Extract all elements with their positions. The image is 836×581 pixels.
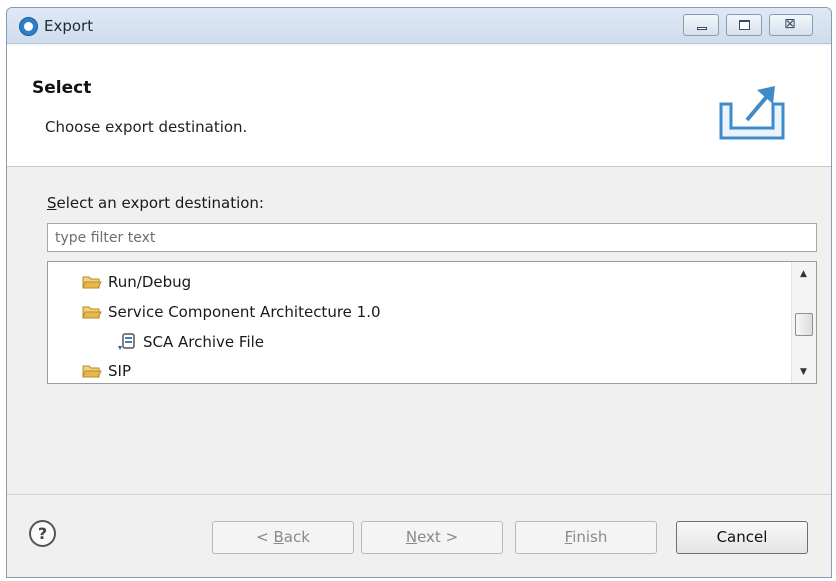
page-description: Choose export destination.: [45, 118, 248, 136]
folder-open-icon: [82, 306, 102, 318]
wizard-header: Select Choose export destination.: [7, 45, 831, 167]
folder-open-icon: [82, 276, 102, 288]
tree-item-sip[interactable]: SIP: [82, 358, 131, 383]
title-bar[interactable]: Export ⊠: [7, 8, 831, 44]
destination-tree[interactable]: Run/Debug Service Component Architecture…: [47, 261, 817, 384]
destination-label: Select an export destination:: [47, 194, 264, 212]
page-title: Select: [32, 78, 92, 98]
filter-input[interactable]: [47, 223, 817, 252]
eclipse-app-icon: [19, 17, 38, 36]
maximize-icon: [739, 20, 750, 30]
window-title: Export: [44, 17, 94, 35]
tree-item-label: SIP: [108, 362, 131, 380]
maximize-button[interactable]: [726, 14, 762, 36]
export-wizard-icon: [719, 86, 785, 140]
cancel-button[interactable]: Cancel: [676, 521, 808, 554]
tree-item-sca[interactable]: Service Component Architecture 1.0: [82, 299, 381, 325]
close-button[interactable]: ⊠: [769, 14, 813, 36]
tree-item-label: SCA Archive File: [143, 333, 265, 351]
back-button[interactable]: < Back: [212, 521, 354, 554]
sca-archive-icon: [118, 333, 135, 350]
close-icon: ⊠: [784, 16, 796, 32]
minimize-icon: [697, 27, 707, 30]
next-button[interactable]: Next >: [361, 521, 503, 554]
tree-item-run-debug[interactable]: Run/Debug: [82, 269, 191, 295]
tree-scrollbar[interactable]: ▲ ▼: [791, 262, 816, 383]
scroll-thumb[interactable]: [795, 313, 813, 336]
footer-divider: [7, 494, 831, 495]
minimize-button[interactable]: [683, 14, 719, 36]
export-dialog: Export ⊠ Select Choose export destinatio…: [6, 7, 832, 578]
scroll-up-icon[interactable]: ▲: [800, 269, 807, 279]
finish-button[interactable]: Finish: [515, 521, 657, 554]
folder-open-icon: [82, 365, 102, 377]
scroll-down-icon[interactable]: ▼: [800, 367, 807, 377]
help-button[interactable]: ?: [29, 520, 56, 547]
tree-item-sca-archive-file[interactable]: SCA Archive File: [116, 329, 264, 355]
tree-item-label: Run/Debug: [108, 273, 192, 291]
tree-item-label: Service Component Architecture 1.0: [108, 303, 381, 321]
